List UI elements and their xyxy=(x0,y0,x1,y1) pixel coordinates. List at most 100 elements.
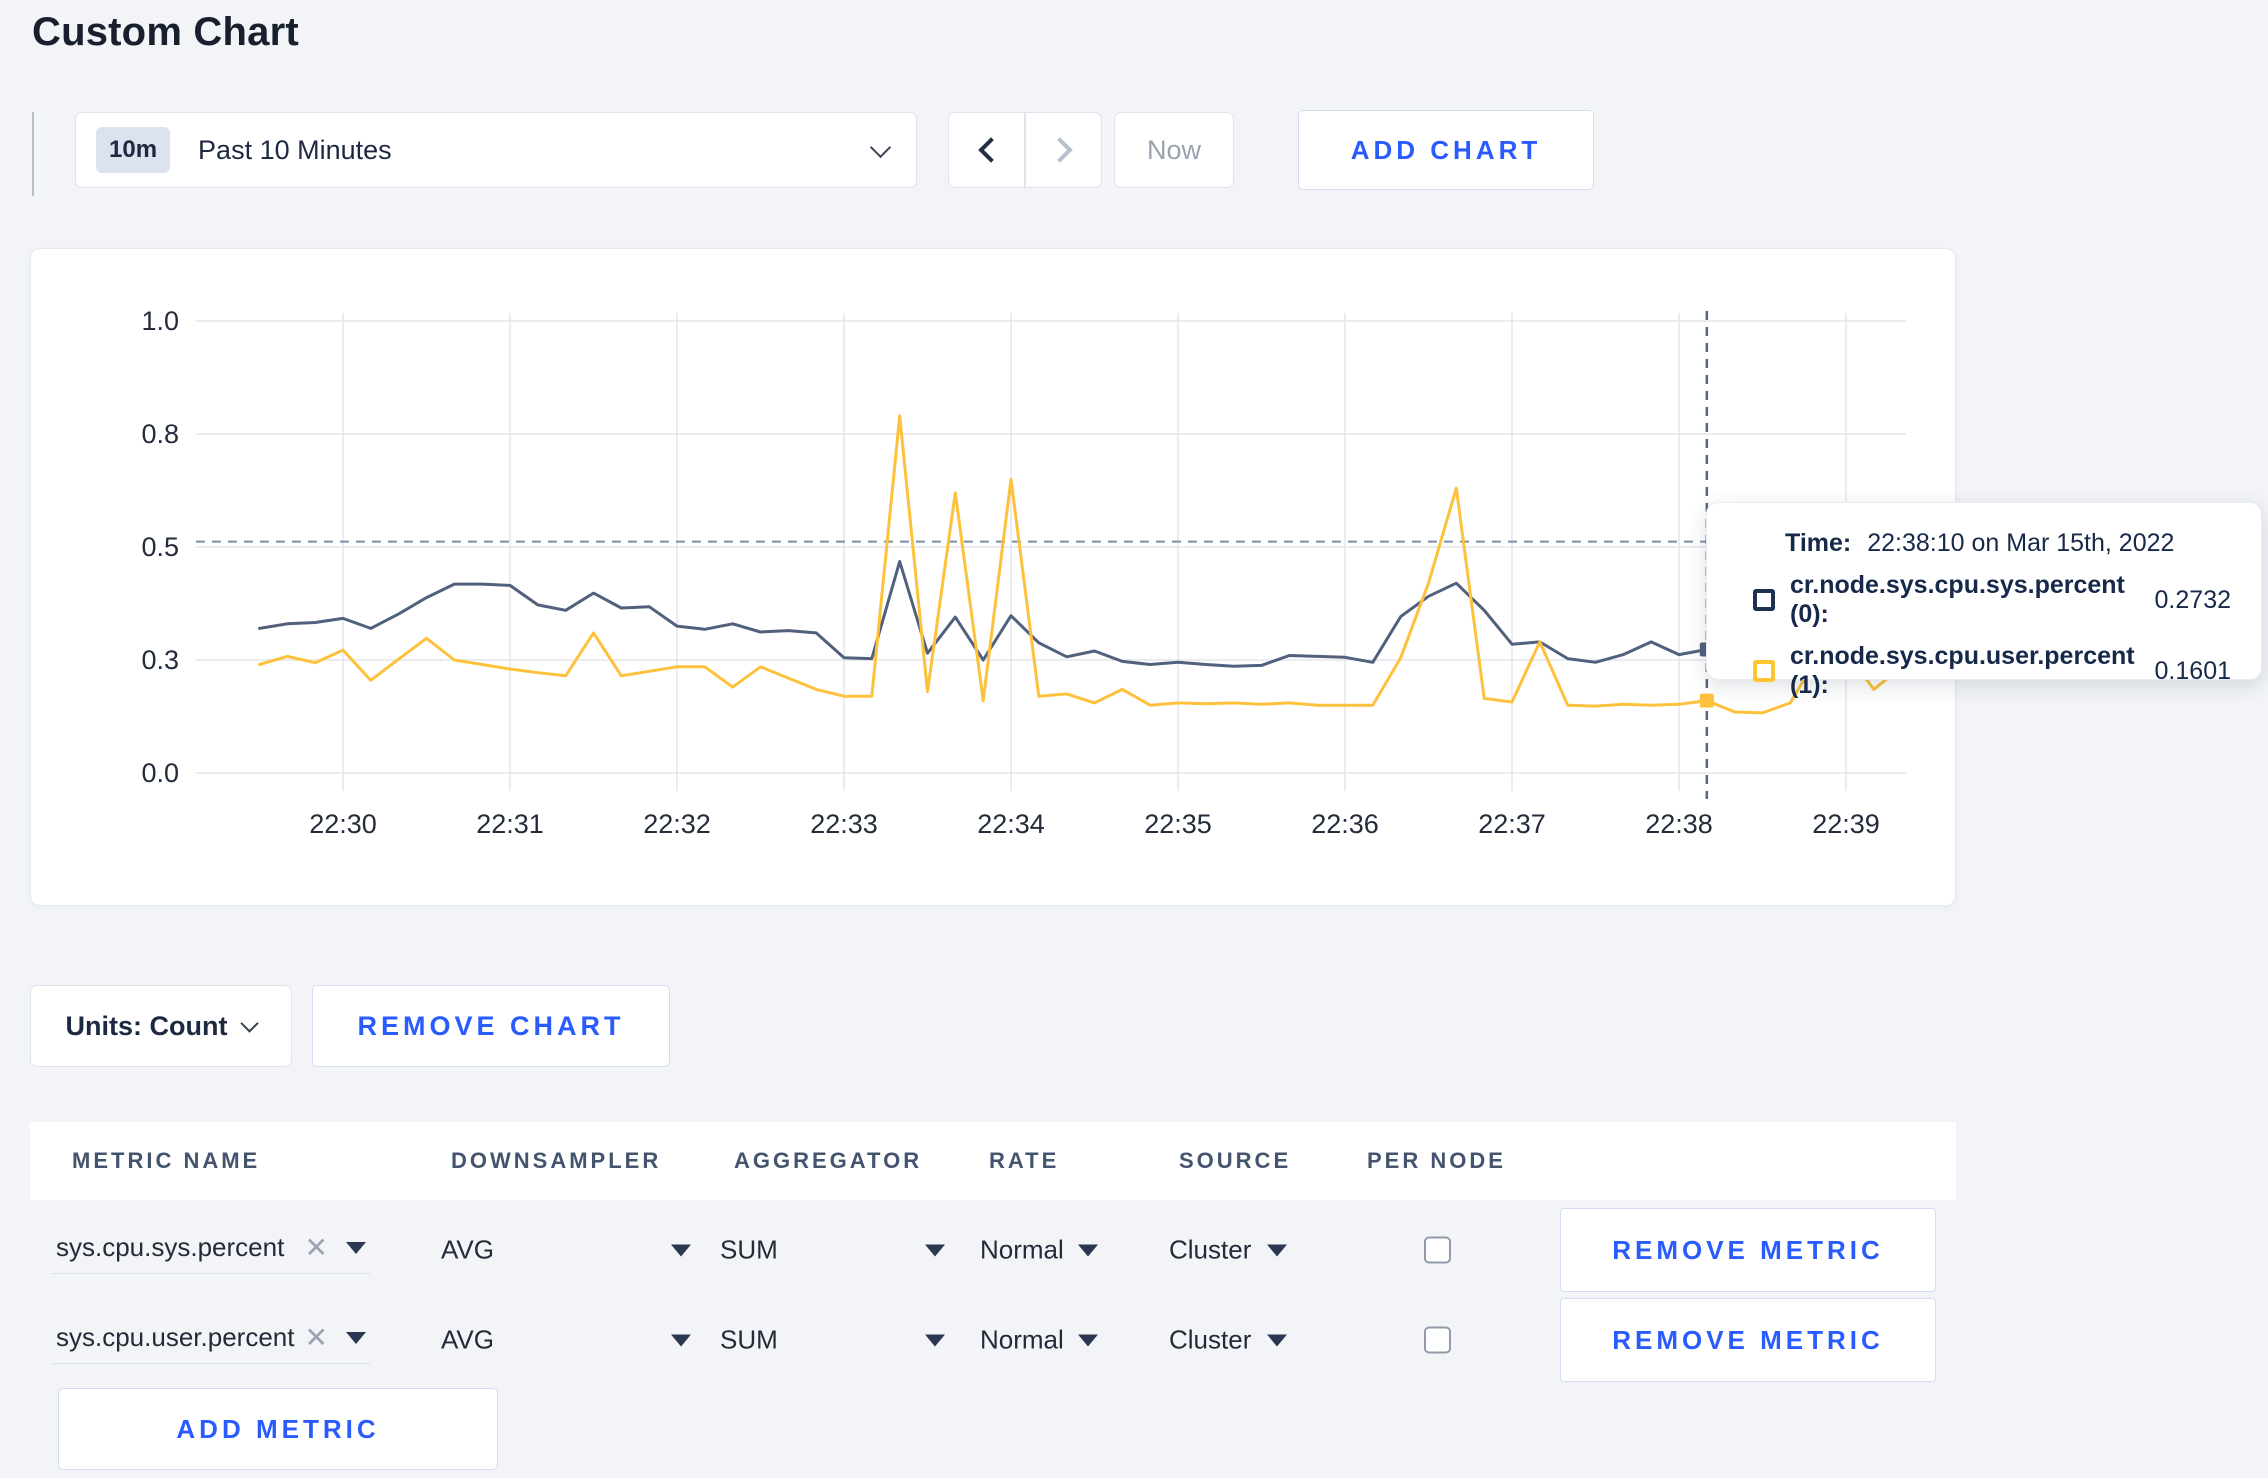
aggregator-select[interactable]: SUM xyxy=(720,1235,945,1266)
x-axis-tick-label: 22:38 xyxy=(1645,809,1713,839)
tooltip-series-row: cr.node.sys.cpu.sys.percent (0): 0.2732 xyxy=(1753,571,2231,629)
aggregator-value: SUM xyxy=(720,1324,778,1355)
remove-metric-button[interactable]: REMOVE METRIC xyxy=(1560,1298,1936,1382)
caret-down-icon xyxy=(671,1244,691,1256)
aggregator-select[interactable]: SUM xyxy=(720,1325,945,1356)
clear-metric-icon[interactable]: ✕ xyxy=(305,1323,328,1352)
time-range-label: Past 10 Minutes xyxy=(198,134,392,165)
caret-down-icon xyxy=(1267,1244,1288,1256)
source-select[interactable]: Cluster xyxy=(1169,1234,1288,1266)
toolbar-divider xyxy=(32,112,34,196)
x-axis-tick-label: 22:37 xyxy=(1478,809,1546,839)
add-metric-button[interactable]: ADD METRIC xyxy=(58,1388,498,1470)
x-axis-tick-label: 22:32 xyxy=(643,809,711,839)
tooltip-user-value: 0.1601 xyxy=(2154,656,2231,685)
caret-down-icon[interactable] xyxy=(346,1241,366,1254)
source-select[interactable]: Cluster xyxy=(1169,1324,1288,1356)
tooltip-user-label: cr.node.sys.cpu.user.percent (1): xyxy=(1790,642,2135,699)
remove-metric-button[interactable]: REMOVE METRIC xyxy=(1560,1208,1936,1292)
metric-row-sys: sys.cpu.sys.percent ✕ AVG SUM Normal Clu… xyxy=(30,1208,1956,1292)
caret-down-icon xyxy=(1077,1244,1098,1256)
chart-card[interactable]: 0.0 0.3 0.5 0.8 1.0 22:30 22:31 22:32 22:33 22:34… xyxy=(30,248,1956,906)
y-axis-tick-label: 0.3 xyxy=(141,645,179,675)
user-series-legend-icon xyxy=(1753,660,1775,682)
downsampler-select[interactable]: AVG xyxy=(441,1235,691,1266)
time-window-nav xyxy=(948,112,1102,188)
chart-tooltip: Time: 22:38:10 on Mar 15th, 2022 cr.node… xyxy=(1706,502,2262,699)
y-axis-tick-label: 1.0 xyxy=(141,306,179,336)
time-range-badge: 10m xyxy=(96,127,171,173)
metric-name-select[interactable]: sys.cpu.sys.percent ✕ xyxy=(52,1226,370,1274)
next-time-button[interactable] xyxy=(1025,112,1102,188)
y-axis-tick-label: 0.5 xyxy=(141,532,179,562)
rate-value: Normal xyxy=(980,1234,1064,1265)
per-node-checkbox[interactable] xyxy=(1424,1236,1451,1264)
metric-name-value: sys.cpu.sys.percent xyxy=(56,1232,285,1262)
tooltip-sys-value: 0.2732 xyxy=(2154,585,2231,614)
caret-down-icon xyxy=(1267,1334,1288,1346)
y-axis-tick-label: 0.0 xyxy=(141,758,179,788)
downsampler-value: AVG xyxy=(441,1234,494,1265)
y-axis-tick-label: 0.8 xyxy=(141,419,179,449)
header-downsampler: DOWNSAMPLER xyxy=(451,1148,662,1173)
add-chart-button[interactable]: ADD CHART xyxy=(1298,110,1594,190)
units-select[interactable]: Units: Count xyxy=(30,985,292,1067)
tooltip-time-value: 22:38:10 on Mar 15th, 2022 xyxy=(1867,529,2175,557)
source-value: Cluster xyxy=(1169,1234,1252,1265)
custom-chart-page: { "page_title": "Custom Chart", "toolbar… xyxy=(0,0,2268,1478)
hover-marker-1 xyxy=(1699,693,1714,708)
rate-select[interactable]: Normal xyxy=(980,1235,1098,1266)
x-axis-tick-label: 22:31 xyxy=(476,809,544,839)
rate-value: Normal xyxy=(980,1324,1064,1355)
per-node-checkbox[interactable] xyxy=(1424,1326,1451,1354)
units-select-label: Units: Count xyxy=(65,1010,228,1041)
cpu-usage-chart[interactable]: 0.0 0.3 0.5 0.8 1.0 22:30 22:31 22:32 22:33 22:34… xyxy=(31,249,1955,905)
caret-down-icon xyxy=(671,1334,691,1346)
x-axis-tick-label: 22:34 xyxy=(977,809,1045,839)
tooltip-series-row: cr.node.sys.cpu.user.percent (1): 0.1601 xyxy=(1753,642,2231,700)
page-title: Custom Chart xyxy=(32,10,299,54)
metric-row-user: sys.cpu.user.percent ✕ AVG SUM Normal Cl… xyxy=(30,1298,1956,1382)
x-axis-tick-label: 22:36 xyxy=(1311,809,1379,839)
header-per-node: PER NODE xyxy=(1367,1148,1506,1173)
metric-name-select[interactable]: sys.cpu.user.percent ✕ xyxy=(52,1316,370,1364)
x-axis-tick-label: 22:33 xyxy=(810,809,878,839)
now-button-label: Now xyxy=(1146,134,1201,165)
header-source: SOURCE xyxy=(1179,1148,1292,1173)
caret-down-icon xyxy=(925,1334,945,1346)
remove-metric-label: REMOVE METRIC xyxy=(1612,1234,1884,1265)
chevron-down-icon xyxy=(240,1013,260,1033)
clear-metric-icon[interactable]: ✕ xyxy=(305,1233,328,1262)
rate-select[interactable]: Normal xyxy=(980,1325,1098,1356)
tooltip-sys-label: cr.node.sys.cpu.sys.percent (0): xyxy=(1790,571,2125,628)
add-metric-label: ADD METRIC xyxy=(176,1413,380,1444)
x-axis-tick-label: 22:35 xyxy=(1144,809,1212,839)
chevron-left-icon xyxy=(977,137,1004,163)
remove-metric-label: REMOVE METRIC xyxy=(1612,1324,1884,1355)
chevron-right-icon xyxy=(1046,137,1073,163)
downsampler-select[interactable]: AVG xyxy=(441,1325,691,1356)
chevron-down-icon xyxy=(869,136,892,158)
now-button[interactable]: Now xyxy=(1114,112,1234,188)
aggregator-value: SUM xyxy=(720,1234,778,1265)
header-metric-name: METRIC NAME xyxy=(72,1148,261,1173)
series-line-0 xyxy=(258,560,1904,668)
tooltip-time-label: Time: xyxy=(1785,529,1852,557)
downsampler-value: AVG xyxy=(441,1324,494,1355)
x-axis-tick-label: 22:39 xyxy=(1812,809,1880,839)
metrics-table-header: METRIC NAME DOWNSAMPLER AGGREGATOR RATE … xyxy=(30,1122,1956,1200)
caret-down-icon xyxy=(1077,1334,1098,1346)
remove-chart-button[interactable]: REMOVE CHART xyxy=(312,985,670,1067)
series-line-1 xyxy=(258,414,1904,715)
metric-name-value: sys.cpu.user.percent xyxy=(56,1322,295,1352)
caret-down-icon xyxy=(925,1244,945,1256)
remove-chart-label: REMOVE CHART xyxy=(357,1010,625,1041)
add-chart-label: ADD CHART xyxy=(1350,134,1542,165)
tooltip-time-row: Time: 22:38:10 on Mar 15th, 2022 xyxy=(1785,529,2231,558)
source-value: Cluster xyxy=(1169,1324,1252,1355)
sys-series-legend-icon xyxy=(1753,589,1775,611)
header-rate: RATE xyxy=(989,1148,1060,1173)
prev-time-button[interactable] xyxy=(948,112,1025,188)
time-range-select[interactable]: 10m Past 10 Minutes xyxy=(75,112,917,188)
caret-down-icon[interactable] xyxy=(346,1331,366,1344)
